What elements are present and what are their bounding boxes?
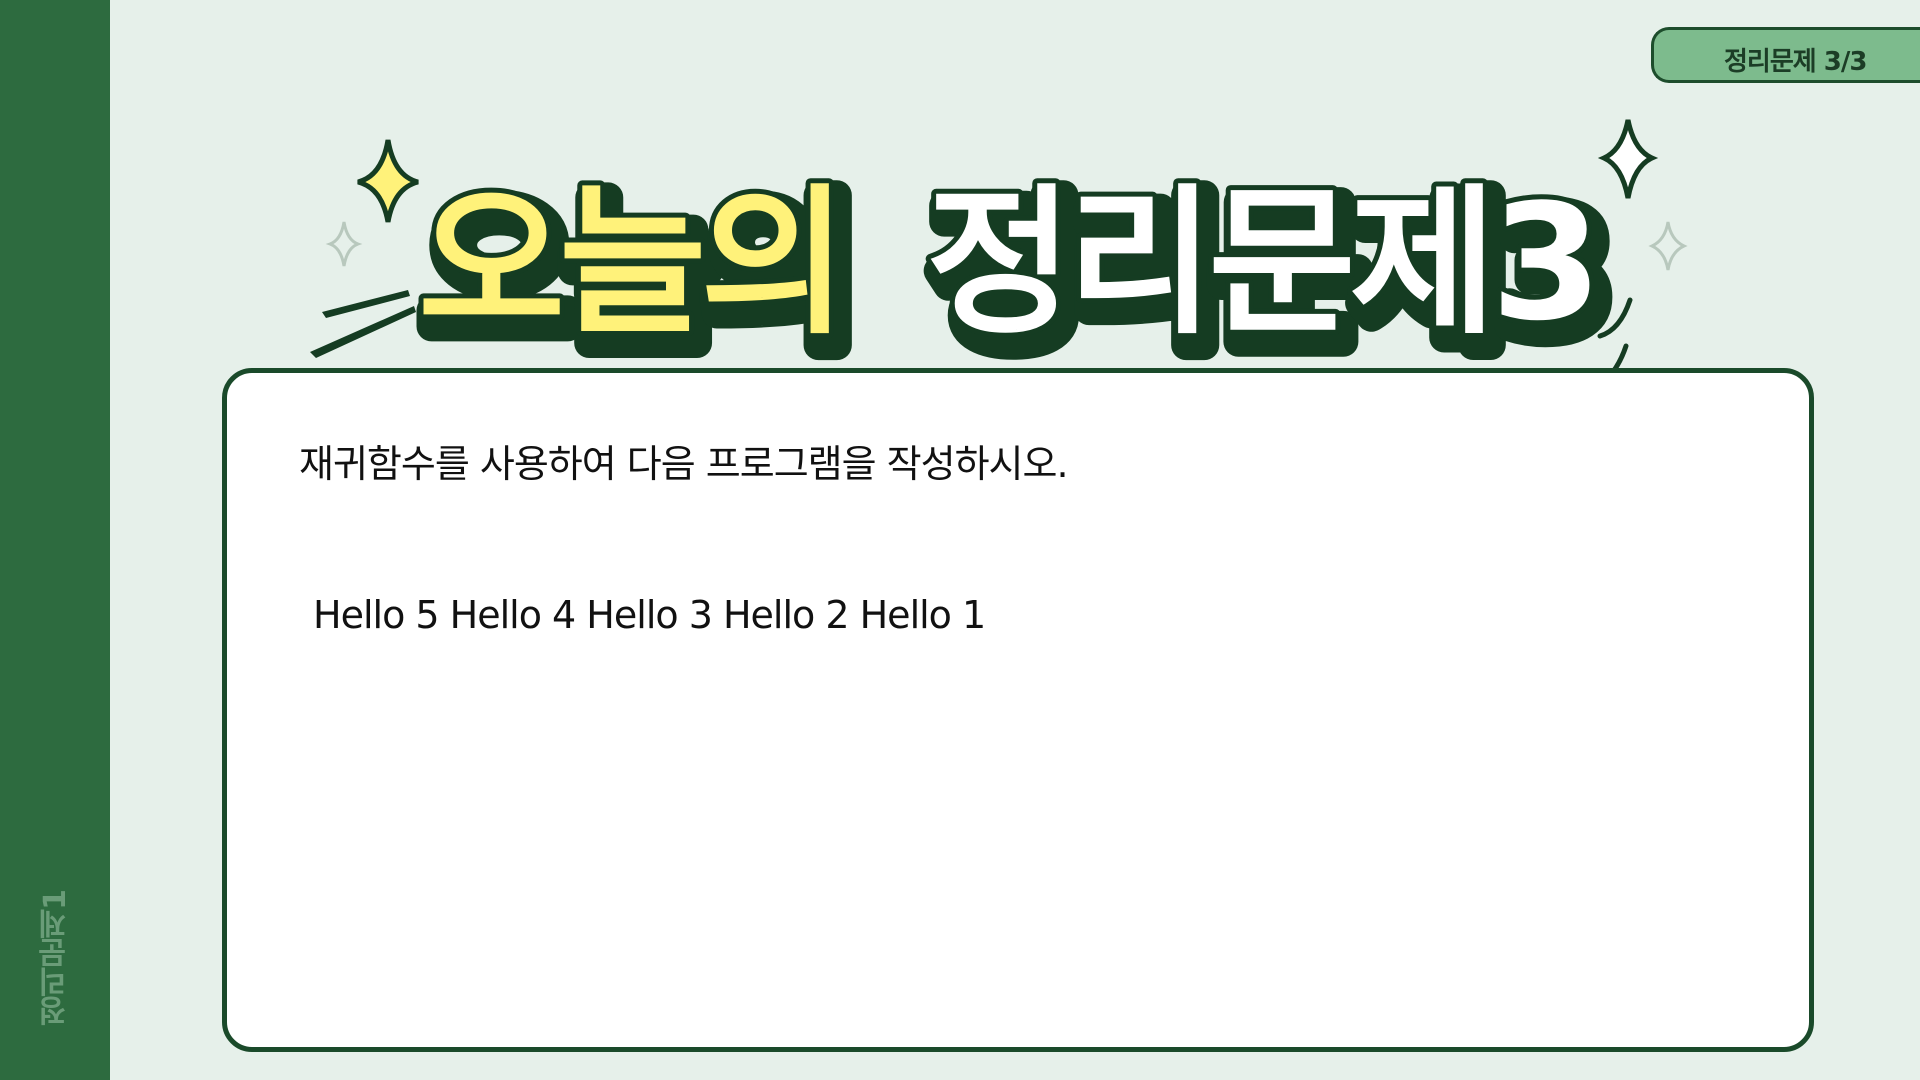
question-text: 재귀함수를 사용하여 다음 프로그램을 작성하시오. (299, 442, 1069, 486)
title-banner: 오늘의 오늘의 정리문제3 정리문제3 (310, 119, 1688, 401)
sparkle-icon (1597, 119, 1659, 199)
expected-output-text: Hello 5 Hello 4 Hello 3 Hello 2 Hello 1 (313, 593, 986, 637)
speed-lines-icon (310, 290, 416, 358)
sparkle-icon (325, 221, 363, 267)
title-part2: 정리문제3 (926, 169, 1596, 356)
sparkle-icon (357, 139, 419, 223)
title-part1: 오늘의 (418, 169, 842, 356)
question-card: 재귀함수를 사용하여 다음 프로그램을 작성하시오. Hello 5 Hello… (222, 368, 1814, 1052)
sparkle-icon (1648, 221, 1688, 271)
sidebar-label: 정리문제1 (38, 890, 73, 1026)
